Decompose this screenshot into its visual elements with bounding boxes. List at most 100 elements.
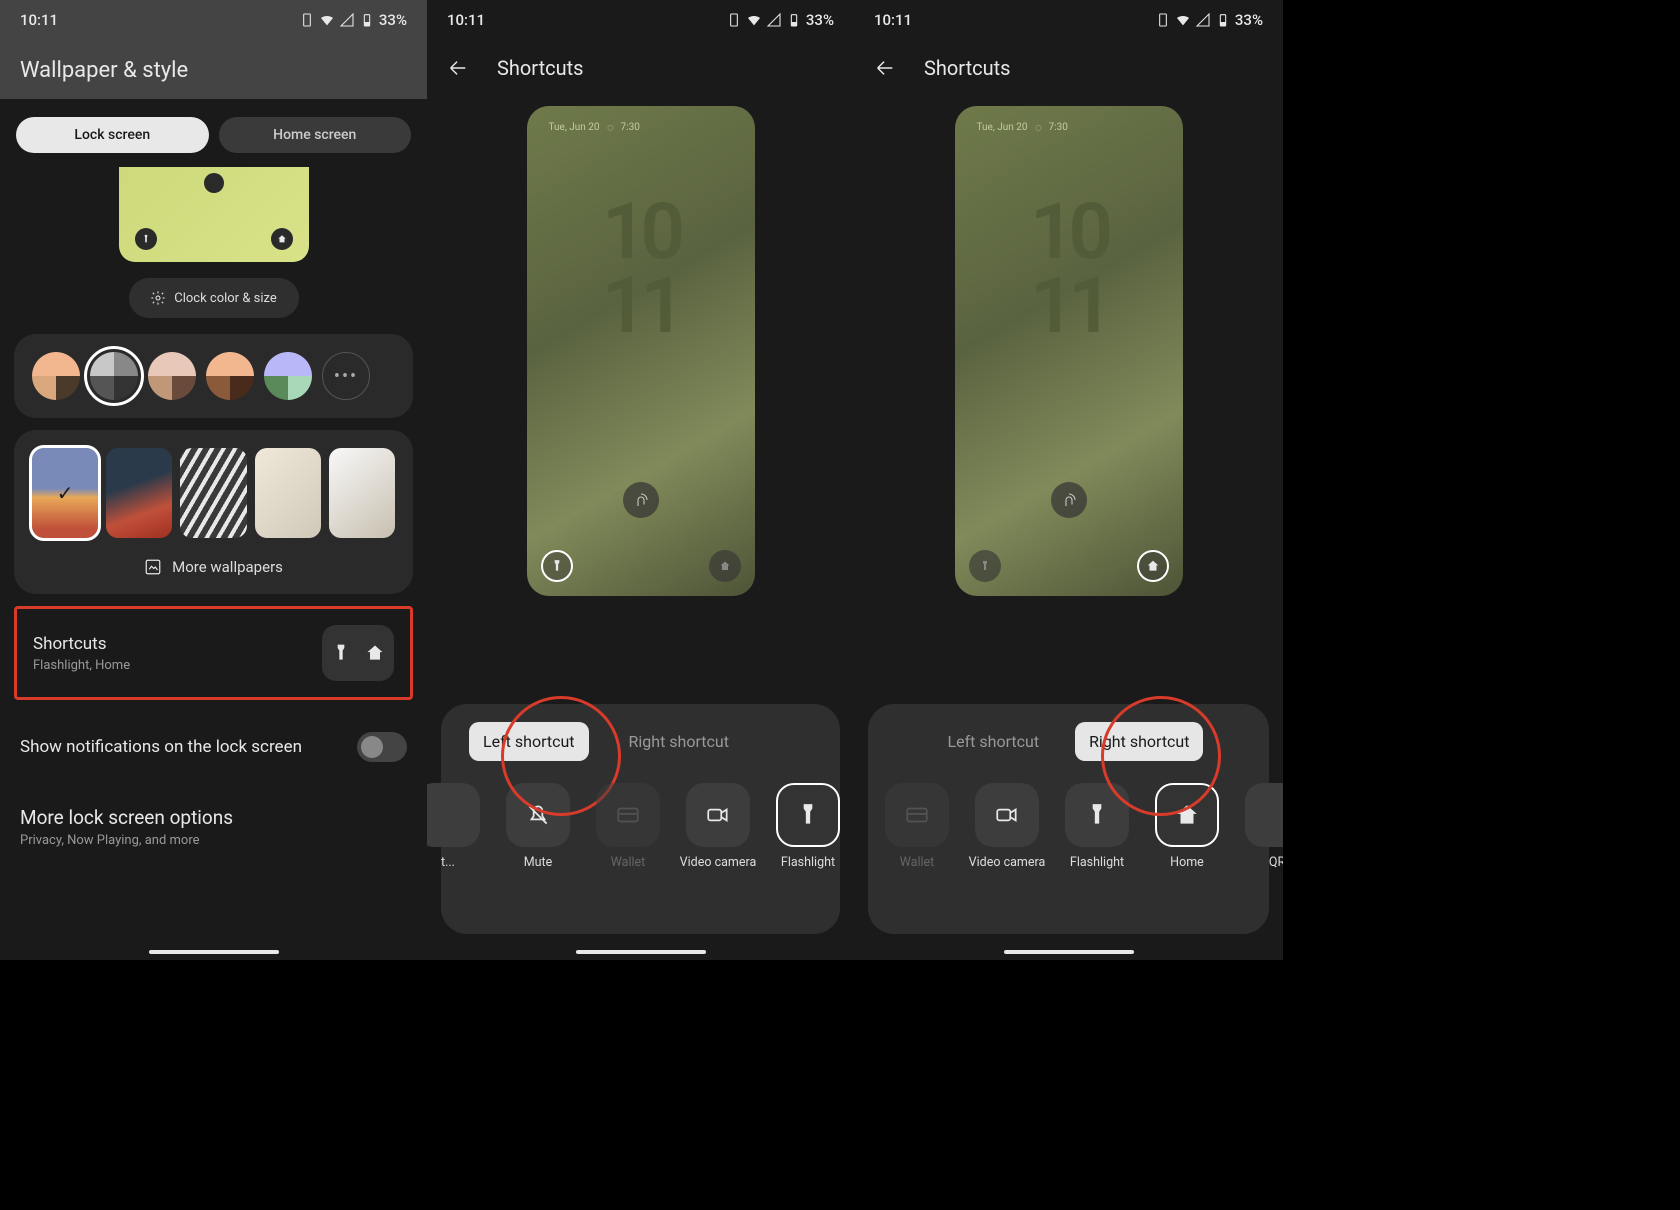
color-theme-card: ••• [14,334,413,418]
battery-icon [786,12,802,28]
tab-left-shortcut[interactable]: Left shortcut [469,722,589,761]
preview-left-shortcut-flashlight [969,550,1001,582]
status-icons: 33% [726,11,834,29]
wallpaper-thumb-0[interactable]: ✓ [32,448,98,538]
page-header: Wallpaper & style [0,40,427,99]
more-colors-button[interactable]: ••• [322,352,370,400]
wallet-icon [904,802,930,828]
shortcuts-title: Shortcuts [33,634,130,654]
flashlight-icon [331,643,351,663]
notifications-toggle-row[interactable]: Show notifications on the lock screen [0,708,427,786]
option-video-camera[interactable]: Video camera [679,783,757,870]
nav-handle[interactable] [1004,950,1134,954]
clock-btn-label: Clock color & size [174,291,277,306]
battery-percent: 33% [1235,11,1263,29]
preview-clock: 10 11 [1030,196,1107,344]
preview-left-shortcut-flashlight [541,550,573,582]
video-camera-icon [994,802,1020,828]
video-camera-icon [705,802,731,828]
wallpaper-thumb-1[interactable] [106,448,172,538]
signal-icon [766,12,782,28]
shortcut-picker-sheet: Left shortcut Right shortcut Wallet Vide… [868,704,1269,934]
notifications-label: Show notifications on the lock screen [20,737,302,757]
screen-2-shortcuts-left: 10:11 33% Shortcuts Tue, Jun 20 7:30 10 … [427,0,854,960]
portrait-icon [726,12,742,28]
more-lock-screen-options-row[interactable]: More lock screen options Privacy, Now Pl… [0,786,427,878]
more-options-subtitle: Privacy, Now Playing, and more [20,833,407,848]
home-icon [1174,802,1200,828]
mute-icon [525,802,551,828]
page-title: Wallpaper & style [20,58,407,83]
wallet-icon [615,802,641,828]
back-arrow-icon[interactable] [447,57,469,79]
shortcut-picker-sheet: Left shortcut Right shortcut t... Mute W… [441,704,840,934]
option-home[interactable]: Home [1148,783,1226,870]
option-partial[interactable]: t... [427,783,487,870]
check-icon: ✓ [57,481,74,505]
status-icons: 33% [1155,11,1263,29]
wallpaper-thumb-3[interactable] [255,448,321,538]
preview-date: Tue, Jun 20 7:30 [977,122,1068,133]
fingerprint-icon [1051,482,1087,518]
battery-icon [359,12,375,28]
color-swatch-1[interactable] [90,352,138,400]
tab-home-screen[interactable]: Home screen [219,117,412,153]
color-swatch-3[interactable] [206,352,254,400]
battery-icon [1215,12,1231,28]
tab-lock-screen[interactable]: Lock screen [16,117,209,153]
page-header: Shortcuts [854,40,1283,96]
option-flashlight[interactable]: Flashlight [769,783,847,870]
nav-handle[interactable] [149,950,279,954]
alarm-icon [606,123,615,132]
back-arrow-icon[interactable] [874,57,896,79]
preview-flashlight-icon [135,228,157,250]
shortcuts-row-highlighted[interactable]: Shortcuts Flashlight, Home [14,606,413,700]
lock-screen-preview: Tue, Jun 20 7:30 10 11 [955,106,1183,596]
portrait-icon [299,12,315,28]
wallpaper-icon [144,558,162,576]
status-time: 10:11 [447,11,485,29]
page-title: Shortcuts [497,56,583,80]
alarm-icon [1034,123,1043,132]
option-wallet[interactable]: Wallet [878,783,956,870]
more-wallpapers-button[interactable]: More wallpapers [32,558,395,576]
wallpaper-card: ✓ More wallpapers [14,430,413,594]
page-title: Shortcuts [924,56,1010,80]
wifi-icon [746,12,762,28]
preview-clock: 10 11 [602,196,679,344]
wallpaper-thumb-2[interactable] [180,448,246,538]
tab-right-shortcut[interactable]: Right shortcut [1075,722,1203,761]
preview-fingerprint-icon [204,173,224,193]
portrait-icon [1155,12,1171,28]
option-video-camera[interactable]: Video camera [968,783,1046,870]
preview-right-shortcut-home [1137,550,1169,582]
screen-tabs: Lock screen Home screen [0,99,427,167]
more-options-title: More lock screen options [20,806,407,829]
preview-date: Tue, Jun 20 7:30 [549,122,640,133]
status-bar: 10:11 33% [427,0,854,40]
option-qr-partial[interactable]: QR [1238,783,1283,870]
flashlight-icon [1084,802,1110,828]
tab-right-shortcut[interactable]: Right shortcut [615,722,743,761]
option-flashlight[interactable]: Flashlight [1058,783,1136,870]
battery-percent: 33% [806,11,834,29]
gear-icon [150,290,166,306]
option-mute[interactable]: Mute [499,783,577,870]
nav-handle[interactable] [576,950,706,954]
shortcuts-subtitle: Flashlight, Home [33,658,130,673]
signal-icon [339,12,355,28]
screen-3-shortcuts-right: 10:11 33% Shortcuts Tue, Jun 20 7:30 10 … [854,0,1283,960]
tab-left-shortcut[interactable]: Left shortcut [934,722,1054,761]
status-bar: 10:11 33% [854,0,1283,40]
status-bar: 10:11 33% [0,0,427,40]
notifications-toggle[interactable] [357,732,407,762]
home-icon [365,643,385,663]
fingerprint-icon [623,482,659,518]
color-swatch-0[interactable] [32,352,80,400]
color-swatch-4[interactable] [264,352,312,400]
preview-right-shortcut-home [709,550,741,582]
wallpaper-thumb-4[interactable] [329,448,395,538]
color-swatch-2[interactable] [148,352,196,400]
clock-color-size-button[interactable]: Clock color & size [129,278,299,318]
option-wallet[interactable]: Wallet [589,783,667,870]
